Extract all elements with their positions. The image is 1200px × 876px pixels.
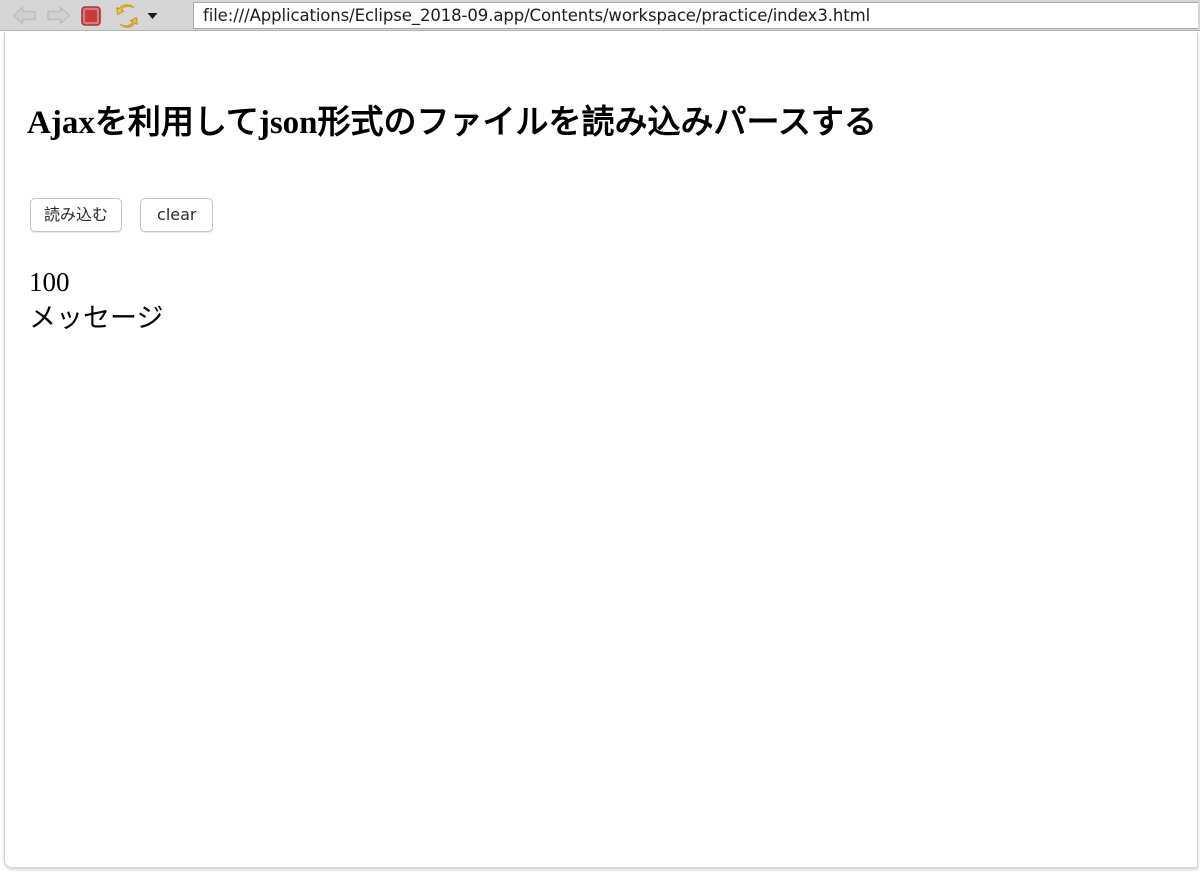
navigation-buttons (10, 0, 159, 31)
page-viewport: Ajaxを利用してjson形式のファイルを読み込みパースする 読み込む clea… (4, 32, 1198, 868)
output-area: 100 メッセージ (29, 264, 163, 336)
output-line-value: 100 (29, 267, 70, 297)
screen: file:///Applications/Eclipse_2018-09.app… (0, 0, 1200, 876)
browser-toolbar: file:///Applications/Eclipse_2018-09.app… (0, 0, 1200, 31)
clear-button[interactable]: clear (140, 198, 214, 232)
reload-icon[interactable] (112, 3, 142, 29)
page-content: Ajaxを利用してjson形式のファイルを読み込みパースする 読み込む clea… (5, 32, 1197, 867)
load-button[interactable]: 読み込む (30, 198, 123, 232)
browser-window: file:///Applications/Eclipse_2018-09.app… (0, 0, 1200, 876)
forward-arrow-icon[interactable] (44, 3, 72, 29)
address-bar[interactable]: file:///Applications/Eclipse_2018-09.app… (193, 2, 1198, 29)
chevron-down-icon[interactable] (145, 3, 159, 29)
stop-icon[interactable] (78, 3, 104, 29)
back-arrow-icon[interactable] (10, 3, 38, 29)
page-title: Ajaxを利用してjson形式のファイルを読み込みパースする (27, 105, 877, 141)
address-bar-text: file:///Applications/Eclipse_2018-09.app… (203, 6, 871, 25)
output-line-message: メッセージ (29, 303, 164, 333)
action-button-row: 読み込む clear (30, 198, 214, 232)
